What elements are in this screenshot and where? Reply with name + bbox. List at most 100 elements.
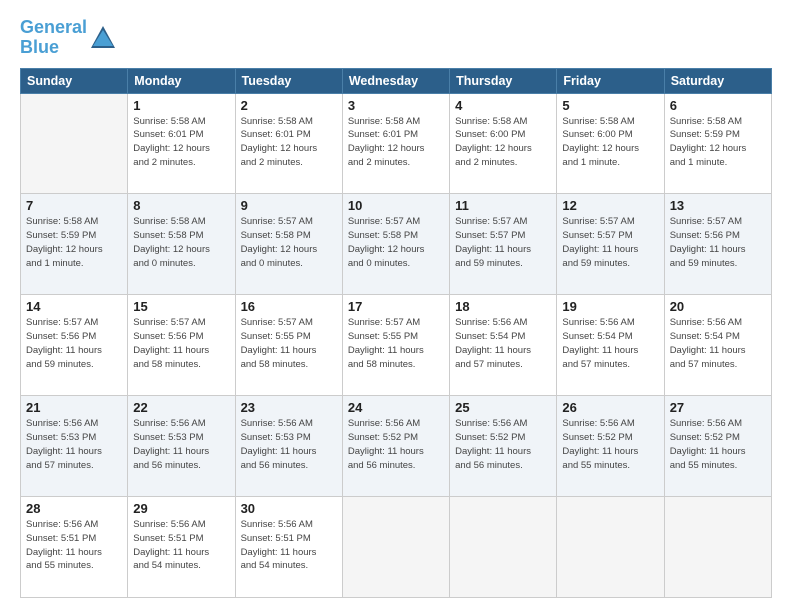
day-number: 21 xyxy=(26,400,122,415)
day-number: 15 xyxy=(133,299,229,314)
weekday-header-saturday: Saturday xyxy=(664,68,771,93)
weekday-header-monday: Monday xyxy=(128,68,235,93)
calendar-cell: 27 Sunrise: 5:56 AMSunset: 5:52 PMDayligh… xyxy=(664,396,771,497)
day-info: Sunrise: 5:56 AMSunset: 5:52 PMDaylight:… xyxy=(562,417,658,472)
header: General Blue xyxy=(20,18,772,58)
day-info: Sunrise: 5:56 AMSunset: 5:53 PMDaylight:… xyxy=(133,417,229,472)
calendar-cell: 19Sunrise: 5:56 AMSunset: 5:54 PMDayligh… xyxy=(557,295,664,396)
calendar-cell: 2 Sunrise: 5:58 AMSunset: 6:01 PMDaylight… xyxy=(235,93,342,194)
day-info: Sunrise: 5:57 AMSunset: 5:57 PMDaylight:… xyxy=(455,215,551,270)
calendar-table: SundayMondayTuesdayWednesdayThursdayFrid… xyxy=(20,68,772,598)
calendar-cell: 23 Sunrise: 5:56 AMSunset: 5:53 PMDayligh… xyxy=(235,396,342,497)
logo-icon xyxy=(89,24,117,52)
day-info: Sunrise: 5:58 AMSunset: 5:59 PMDaylight:… xyxy=(26,215,122,270)
day-info: Sunrise: 5:56 AMSunset: 5:54 PMDaylight:… xyxy=(455,316,551,371)
weekday-header-thursday: Thursday xyxy=(450,68,557,93)
logo-text: General Blue xyxy=(20,18,87,58)
day-number: 30 xyxy=(241,501,337,516)
day-info: Sunrise: 5:56 AMSunset: 5:52 PMDaylight:… xyxy=(670,417,766,472)
day-number: 8 xyxy=(133,198,229,213)
calendar-cell: 16 Sunrise: 5:57 AMSunset: 5:55 PMDayligh… xyxy=(235,295,342,396)
day-number: 27 xyxy=(670,400,766,415)
day-info: Sunrise: 5:56 AMSunset: 5:54 PMDaylight:… xyxy=(670,316,766,371)
day-info: Sunrise: 5:58 AMSunset: 5:58 PMDaylight:… xyxy=(133,215,229,270)
day-info: Sunrise: 5:56 AMSunset: 5:51 PMDaylight:… xyxy=(241,518,337,573)
calendar-cell: 18 Sunrise: 5:56 AMSunset: 5:54 PMDayligh… xyxy=(450,295,557,396)
day-info: Sunrise: 5:56 AMSunset: 5:51 PMDaylight:… xyxy=(26,518,122,573)
day-info: Sunrise: 5:58 AMSunset: 6:01 PMDaylight:… xyxy=(348,115,444,170)
logo-general: General xyxy=(20,17,87,37)
day-info: Sunrise: 5:58 AMSunset: 6:01 PMDaylight:… xyxy=(241,115,337,170)
calendar-cell: 4Sunrise: 5:58 AMSunset: 6:00 PMDaylight… xyxy=(450,93,557,194)
day-info: Sunrise: 5:56 AMSunset: 5:53 PMDaylight:… xyxy=(241,417,337,472)
calendar-cell xyxy=(21,93,128,194)
day-number: 6 xyxy=(670,98,766,113)
calendar-cell: 24 Sunrise: 5:56 AMSunset: 5:52 PMDayligh… xyxy=(342,396,449,497)
calendar-cell: 3 Sunrise: 5:58 AMSunset: 6:01 PMDaylight… xyxy=(342,93,449,194)
calendar-cell: 13 Sunrise: 5:57 AMSunset: 5:56 PMDayligh… xyxy=(664,194,771,295)
logo: General Blue xyxy=(20,18,117,58)
day-info: Sunrise: 5:56 AMSunset: 5:53 PMDaylight:… xyxy=(26,417,122,472)
week-row-3: 14Sunrise: 5:57 AMSunset: 5:56 PMDayligh… xyxy=(21,295,772,396)
day-info: Sunrise: 5:57 AMSunset: 5:58 PMDaylight:… xyxy=(241,215,337,270)
day-number: 3 xyxy=(348,98,444,113)
day-info: Sunrise: 5:58 AMSunset: 6:00 PMDaylight:… xyxy=(562,115,658,170)
calendar-cell: 21 Sunrise: 5:56 AMSunset: 5:53 PMDayligh… xyxy=(21,396,128,497)
calendar-cell: 5 Sunrise: 5:58 AMSunset: 6:00 PMDaylight… xyxy=(557,93,664,194)
day-number: 25 xyxy=(455,400,551,415)
calendar-cell xyxy=(664,497,771,598)
day-info: Sunrise: 5:57 AMSunset: 5:58 PMDaylight:… xyxy=(348,215,444,270)
day-number: 18 xyxy=(455,299,551,314)
calendar-cell: 14Sunrise: 5:57 AMSunset: 5:56 PMDayligh… xyxy=(21,295,128,396)
day-info: Sunrise: 5:57 AMSunset: 5:56 PMDaylight:… xyxy=(133,316,229,371)
calendar-cell: 1 Sunrise: 5:58 AMSunset: 6:01 PMDaylight… xyxy=(128,93,235,194)
calendar-cell: 28 Sunrise: 5:56 AMSunset: 5:51 PMDayligh… xyxy=(21,497,128,598)
day-number: 13 xyxy=(670,198,766,213)
day-number: 10 xyxy=(348,198,444,213)
calendar-cell: 29 Sunrise: 5:56 AMSunset: 5:51 PMDayligh… xyxy=(128,497,235,598)
page: General Blue SundayMondayTuesdayWednesda… xyxy=(0,0,792,612)
week-row-5: 28 Sunrise: 5:56 AMSunset: 5:51 PMDayligh… xyxy=(21,497,772,598)
day-info: Sunrise: 5:57 AMSunset: 5:56 PMDaylight:… xyxy=(26,316,122,371)
calendar-cell xyxy=(450,497,557,598)
week-row-1: 1 Sunrise: 5:58 AMSunset: 6:01 PMDaylight… xyxy=(21,93,772,194)
week-row-4: 21 Sunrise: 5:56 AMSunset: 5:53 PMDayligh… xyxy=(21,396,772,497)
day-info: Sunrise: 5:58 AMSunset: 6:00 PMDaylight:… xyxy=(455,115,551,170)
weekday-header-tuesday: Tuesday xyxy=(235,68,342,93)
calendar-cell: 22 Sunrise: 5:56 AMSunset: 5:53 PMDayligh… xyxy=(128,396,235,497)
day-info: Sunrise: 5:57 AMSunset: 5:56 PMDaylight:… xyxy=(670,215,766,270)
day-number: 17 xyxy=(348,299,444,314)
day-info: Sunrise: 5:58 AMSunset: 6:01 PMDaylight:… xyxy=(133,115,229,170)
day-number: 26 xyxy=(562,400,658,415)
day-info: Sunrise: 5:57 AMSunset: 5:55 PMDaylight:… xyxy=(241,316,337,371)
day-number: 24 xyxy=(348,400,444,415)
calendar-cell xyxy=(557,497,664,598)
day-number: 9 xyxy=(241,198,337,213)
day-number: 23 xyxy=(241,400,337,415)
day-info: Sunrise: 5:57 AMSunset: 5:55 PMDaylight:… xyxy=(348,316,444,371)
day-number: 19 xyxy=(562,299,658,314)
day-number: 5 xyxy=(562,98,658,113)
day-number: 22 xyxy=(133,400,229,415)
day-info: Sunrise: 5:58 AMSunset: 5:59 PMDaylight:… xyxy=(670,115,766,170)
day-number: 7 xyxy=(26,198,122,213)
calendar-cell: 20Sunrise: 5:56 AMSunset: 5:54 PMDayligh… xyxy=(664,295,771,396)
weekday-header-wednesday: Wednesday xyxy=(342,68,449,93)
day-number: 2 xyxy=(241,98,337,113)
day-number: 11 xyxy=(455,198,551,213)
day-number: 1 xyxy=(133,98,229,113)
calendar-cell: 26 Sunrise: 5:56 AMSunset: 5:52 PMDayligh… xyxy=(557,396,664,497)
calendar-cell: 30 Sunrise: 5:56 AMSunset: 5:51 PMDayligh… xyxy=(235,497,342,598)
calendar-cell: 25 Sunrise: 5:56 AMSunset: 5:52 PMDayligh… xyxy=(450,396,557,497)
day-info: Sunrise: 5:57 AMSunset: 5:57 PMDaylight:… xyxy=(562,215,658,270)
calendar-cell: 9 Sunrise: 5:57 AMSunset: 5:58 PMDaylight… xyxy=(235,194,342,295)
day-number: 29 xyxy=(133,501,229,516)
calendar-cell xyxy=(342,497,449,598)
day-number: 28 xyxy=(26,501,122,516)
day-number: 16 xyxy=(241,299,337,314)
day-info: Sunrise: 5:56 AMSunset: 5:51 PMDaylight:… xyxy=(133,518,229,573)
day-info: Sunrise: 5:56 AMSunset: 5:52 PMDaylight:… xyxy=(348,417,444,472)
calendar-cell: 8 Sunrise: 5:58 AMSunset: 5:58 PMDaylight… xyxy=(128,194,235,295)
calendar-cell: 7 Sunrise: 5:58 AMSunset: 5:59 PMDaylight… xyxy=(21,194,128,295)
day-info: Sunrise: 5:56 AMSunset: 5:52 PMDaylight:… xyxy=(455,417,551,472)
